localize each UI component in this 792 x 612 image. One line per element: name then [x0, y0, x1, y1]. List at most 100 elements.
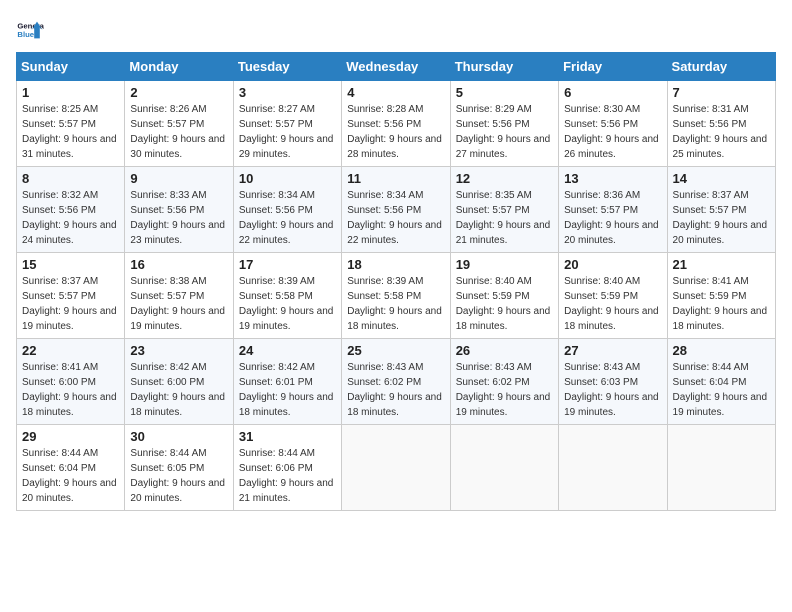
day-number: 26: [456, 343, 553, 358]
calendar-cell: [559, 425, 667, 511]
day-number: 30: [130, 429, 227, 444]
calendar-cell: 8 Sunrise: 8:32 AMSunset: 5:56 PMDaylight…: [17, 167, 125, 253]
day-info: Sunrise: 8:40 AMSunset: 5:59 PMDaylight:…: [564, 274, 661, 334]
day-info: Sunrise: 8:36 AMSunset: 5:57 PMDaylight:…: [564, 188, 661, 248]
calendar-cell: [342, 425, 450, 511]
weekday-header-monday: Monday: [125, 53, 233, 81]
day-number: 29: [22, 429, 119, 444]
day-info: Sunrise: 8:39 AMSunset: 5:58 PMDaylight:…: [239, 274, 336, 334]
day-info: Sunrise: 8:44 AMSunset: 6:05 PMDaylight:…: [130, 446, 227, 506]
day-number: 9: [130, 171, 227, 186]
week-row-4: 22Sunrise: 8:41 AMSunset: 6:00 PMDayligh…: [17, 339, 776, 425]
day-number: 3: [239, 85, 336, 100]
day-info: Sunrise: 8:32 AMSunset: 5:56 PMDaylight:…: [22, 188, 119, 248]
day-info: Sunrise: 8:27 AMSunset: 5:57 PMDaylight:…: [239, 102, 336, 162]
day-number: 5: [456, 85, 553, 100]
day-info: Sunrise: 8:34 AMSunset: 5:56 PMDaylight:…: [239, 188, 336, 248]
calendar-cell: 17 Sunrise: 8:39 AMSunset: 5:58 PMDayligh…: [233, 253, 341, 339]
day-number: 31: [239, 429, 336, 444]
calendar-cell: 10 Sunrise: 8:34 AMSunset: 5:56 PMDayligh…: [233, 167, 341, 253]
calendar-cell: 30 Sunrise: 8:44 AMSunset: 6:05 PMDayligh…: [125, 425, 233, 511]
calendar-cell: 19 Sunrise: 8:40 AMSunset: 5:59 PMDayligh…: [450, 253, 558, 339]
calendar-cell: 7Sunrise: 8:31 AMSunset: 5:56 PMDaylight…: [667, 81, 775, 167]
day-info: Sunrise: 8:25 AMSunset: 5:57 PMDaylight:…: [22, 102, 119, 162]
calendar-cell: [667, 425, 775, 511]
calendar-cell: 3 Sunrise: 8:27 AMSunset: 5:57 PMDaylight…: [233, 81, 341, 167]
day-number: 20: [564, 257, 661, 272]
day-number: 17: [239, 257, 336, 272]
calendar-cell: 26 Sunrise: 8:43 AMSunset: 6:02 PMDayligh…: [450, 339, 558, 425]
day-info: Sunrise: 8:37 AMSunset: 5:57 PMDaylight:…: [673, 188, 770, 248]
week-row-3: 15 Sunrise: 8:37 AMSunset: 5:57 PMDayligh…: [17, 253, 776, 339]
day-info: Sunrise: 8:39 AMSunset: 5:58 PMDaylight:…: [347, 274, 444, 334]
day-number: 1: [22, 85, 119, 100]
day-info: Sunrise: 8:35 AMSunset: 5:57 PMDaylight:…: [456, 188, 553, 248]
calendar-cell: 29 Sunrise: 8:44 AMSunset: 6:04 PMDayligh…: [17, 425, 125, 511]
day-number: 10: [239, 171, 336, 186]
day-number: 27: [564, 343, 661, 358]
day-number: 12: [456, 171, 553, 186]
week-row-1: 1 Sunrise: 8:25 AMSunset: 5:57 PMDaylight…: [17, 81, 776, 167]
calendar-cell: 12 Sunrise: 8:35 AMSunset: 5:57 PMDayligh…: [450, 167, 558, 253]
weekday-header-wednesday: Wednesday: [342, 53, 450, 81]
calendar-cell: 4 Sunrise: 8:28 AMSunset: 5:56 PMDaylight…: [342, 81, 450, 167]
weekday-header-thursday: Thursday: [450, 53, 558, 81]
day-info: Sunrise: 8:43 AMSunset: 6:03 PMDaylight:…: [564, 360, 661, 420]
weekday-header-friday: Friday: [559, 53, 667, 81]
calendar-cell: 16 Sunrise: 8:38 AMSunset: 5:57 PMDayligh…: [125, 253, 233, 339]
day-number: 11: [347, 171, 444, 186]
calendar-cell: 2 Sunrise: 8:26 AMSunset: 5:57 PMDaylight…: [125, 81, 233, 167]
day-number: 8: [22, 171, 119, 186]
calendar-cell: 5 Sunrise: 8:29 AMSunset: 5:56 PMDaylight…: [450, 81, 558, 167]
calendar-cell: 25 Sunrise: 8:43 AMSunset: 6:02 PMDayligh…: [342, 339, 450, 425]
day-info: Sunrise: 8:43 AMSunset: 6:02 PMDaylight:…: [456, 360, 553, 420]
day-number: 4: [347, 85, 444, 100]
logo: General Blue: [16, 16, 48, 44]
svg-text:General: General: [17, 22, 44, 31]
day-info: Sunrise: 8:42 AMSunset: 6:00 PMDaylight:…: [130, 360, 227, 420]
day-number: 2: [130, 85, 227, 100]
calendar-cell: 20 Sunrise: 8:40 AMSunset: 5:59 PMDayligh…: [559, 253, 667, 339]
day-info: Sunrise: 8:42 AMSunset: 6:01 PMDaylight:…: [239, 360, 336, 420]
calendar-cell: 24Sunrise: 8:42 AMSunset: 6:01 PMDayligh…: [233, 339, 341, 425]
calendar-cell: 22Sunrise: 8:41 AMSunset: 6:00 PMDayligh…: [17, 339, 125, 425]
day-number: 16: [130, 257, 227, 272]
calendar-cell: 13 Sunrise: 8:36 AMSunset: 5:57 PMDayligh…: [559, 167, 667, 253]
week-row-2: 8 Sunrise: 8:32 AMSunset: 5:56 PMDaylight…: [17, 167, 776, 253]
day-number: 14: [673, 171, 770, 186]
day-info: Sunrise: 8:44 AMSunset: 6:04 PMDaylight:…: [673, 360, 770, 420]
day-number: 19: [456, 257, 553, 272]
day-info: Sunrise: 8:44 AMSunset: 6:04 PMDaylight:…: [22, 446, 119, 506]
calendar-cell: [450, 425, 558, 511]
day-number: 21: [673, 257, 770, 272]
day-info: Sunrise: 8:33 AMSunset: 5:56 PMDaylight:…: [130, 188, 227, 248]
weekday-header-saturday: Saturday: [667, 53, 775, 81]
calendar-cell: 27 Sunrise: 8:43 AMSunset: 6:03 PMDayligh…: [559, 339, 667, 425]
day-number: 22: [22, 343, 119, 358]
day-number: 13: [564, 171, 661, 186]
calendar-cell: 23Sunrise: 8:42 AMSunset: 6:00 PMDayligh…: [125, 339, 233, 425]
day-info: Sunrise: 8:41 AMSunset: 5:59 PMDaylight:…: [673, 274, 770, 334]
day-info: Sunrise: 8:37 AMSunset: 5:57 PMDaylight:…: [22, 274, 119, 334]
calendar-cell: 15 Sunrise: 8:37 AMSunset: 5:57 PMDayligh…: [17, 253, 125, 339]
calendar: SundayMondayTuesdayWednesdayThursdayFrid…: [16, 52, 776, 511]
day-info: Sunrise: 8:28 AMSunset: 5:56 PMDaylight:…: [347, 102, 444, 162]
calendar-cell: 1 Sunrise: 8:25 AMSunset: 5:57 PMDaylight…: [17, 81, 125, 167]
weekday-header-row: SundayMondayTuesdayWednesdayThursdayFrid…: [17, 53, 776, 81]
day-info: Sunrise: 8:40 AMSunset: 5:59 PMDaylight:…: [456, 274, 553, 334]
day-info: Sunrise: 8:30 AMSunset: 5:56 PMDaylight:…: [564, 102, 661, 162]
day-info: Sunrise: 8:43 AMSunset: 6:02 PMDaylight:…: [347, 360, 444, 420]
week-row-5: 29 Sunrise: 8:44 AMSunset: 6:04 PMDayligh…: [17, 425, 776, 511]
calendar-cell: 6Sunrise: 8:30 AMSunset: 5:56 PMDaylight…: [559, 81, 667, 167]
calendar-cell: 28Sunrise: 8:44 AMSunset: 6:04 PMDayligh…: [667, 339, 775, 425]
day-info: Sunrise: 8:26 AMSunset: 5:57 PMDaylight:…: [130, 102, 227, 162]
day-number: 7: [673, 85, 770, 100]
day-info: Sunrise: 8:34 AMSunset: 5:56 PMDaylight:…: [347, 188, 444, 248]
calendar-cell: 14 Sunrise: 8:37 AMSunset: 5:57 PMDayligh…: [667, 167, 775, 253]
day-number: 25: [347, 343, 444, 358]
logo-icon: General Blue: [16, 16, 44, 44]
calendar-cell: 11 Sunrise: 8:34 AMSunset: 5:56 PMDayligh…: [342, 167, 450, 253]
day-number: 15: [22, 257, 119, 272]
day-info: Sunrise: 8:29 AMSunset: 5:56 PMDaylight:…: [456, 102, 553, 162]
day-info: Sunrise: 8:38 AMSunset: 5:57 PMDaylight:…: [130, 274, 227, 334]
